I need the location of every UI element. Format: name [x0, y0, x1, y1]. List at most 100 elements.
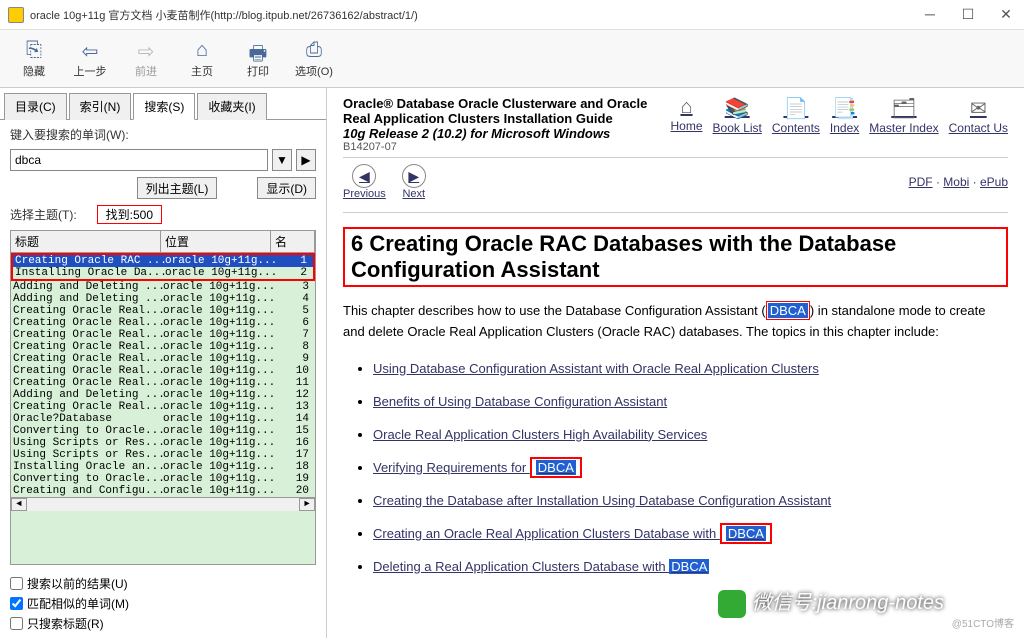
epub-link[interactable]: ePub	[980, 175, 1008, 189]
h-scrollbar[interactable]: ◄ ►	[11, 497, 315, 511]
table-row[interactable]: Adding and Deleting ...oracle 10g+11g...…	[11, 389, 315, 401]
col-location[interactable]: 位置	[161, 231, 271, 252]
hide-button[interactable]: ⎘隐藏	[10, 35, 58, 83]
col-title[interactable]: 标题	[11, 231, 161, 252]
chk-previous[interactable]: 搜索以前的结果(U)	[10, 575, 316, 592]
chk-titles[interactable]: 只搜索标题(R)	[10, 615, 316, 632]
nav-contents[interactable]: 📄Contents	[772, 96, 820, 153]
contact-icon: ✉	[949, 96, 1008, 121]
next-icon: ▶	[402, 164, 426, 188]
table-row[interactable]: Creating Oracle Real...oracle 10g+11g...…	[11, 305, 315, 317]
watermark-small: @51CTO博客	[952, 615, 1014, 630]
table-row[interactable]: Creating Oracle Real...oracle 10g+11g...…	[11, 317, 315, 329]
list-item: Creating the Database after Installation…	[373, 493, 1008, 508]
minimize-button[interactable]: ─	[920, 6, 940, 23]
table-row[interactable]: Installing Oracle Da...oracle 10g+11g...…	[13, 267, 313, 279]
toc-link[interactable]: Deleting a Real Application Clusters Dat…	[373, 559, 709, 574]
tab-favorites[interactable]: 收藏夹(I)	[197, 93, 266, 120]
chk-similar[interactable]: 匹配相似的单词(M)	[10, 595, 316, 612]
display-button[interactable]: 显示(D)	[257, 177, 316, 199]
scroll-right-icon[interactable]: ►	[299, 498, 315, 511]
table-row[interactable]: Using Scripts or Res...oracle 10g+11g...…	[11, 449, 315, 461]
chapter-heading: 6 Creating Oracle RAC Databases with the…	[343, 227, 1008, 287]
table-row[interactable]: Creating Oracle Real...oracle 10g+11g...…	[11, 341, 315, 353]
nav-home[interactable]: ⌂Home	[671, 96, 703, 153]
book-icon: 📚	[713, 96, 762, 121]
toolbar: ⎘隐藏 ⇦上一步 ⇨前进 ⌂主页 🖶打印 ⎙选项(O)	[0, 30, 1024, 88]
table-row[interactable]: Creating Oracle Real...oracle 10g+11g...…	[11, 353, 315, 365]
doc-nav: ⌂Home 📚Book List 📄Contents 📑Index 🗂Maste…	[671, 96, 1009, 153]
tab-strip: 目录(C) 索引(N) 搜索(S) 收藏夹(I)	[0, 88, 326, 120]
toc-link[interactable]: Oracle Real Application Clusters High Av…	[373, 427, 707, 442]
index-icon: 📑	[830, 96, 859, 121]
table-row[interactable]: Creating and Configu...oracle 10g+11g...…	[11, 485, 315, 497]
table-row[interactable]: Creating Oracle Real...oracle 10g+11g...…	[11, 377, 315, 389]
table-row[interactable]: Adding and Deleting ...oracle 10g+11g...…	[11, 293, 315, 305]
home-button[interactable]: ⌂主页	[178, 35, 226, 83]
nav-booklist[interactable]: 📚Book List	[713, 96, 762, 153]
col-rank[interactable]: 名	[271, 231, 315, 252]
doc-id: B14207-07	[343, 141, 671, 153]
table-row[interactable]: Creating Oracle RAC ...oracle 10g+11g...…	[13, 255, 313, 267]
list-item: Creating an Oracle Real Application Clus…	[373, 526, 1008, 541]
app-icon	[8, 7, 24, 23]
table-row[interactable]: Adding and Deleting ...oracle 10g+11g...…	[11, 281, 315, 293]
search-dropdown-button[interactable]: ▼	[272, 149, 292, 171]
scroll-left-icon[interactable]: ◄	[11, 498, 27, 511]
close-button[interactable]: ✕	[996, 6, 1016, 23]
table-row[interactable]: Creating Oracle Real...oracle 10g+11g...…	[11, 365, 315, 377]
results-table[interactable]: 标题 位置 名 Creating Oracle RAC ...oracle 10…	[10, 230, 316, 565]
table-row[interactable]: Oracle?Database oracle 10g+11g...14	[11, 413, 315, 425]
highlighted-results: Creating Oracle RAC ...oracle 10g+11g...…	[11, 253, 315, 281]
tab-contents[interactable]: 目录(C)	[4, 93, 67, 120]
search-input[interactable]	[10, 149, 268, 171]
doc-title: Oracle® Database Oracle Clusterware and …	[343, 96, 671, 141]
home-icon: ⌂	[196, 39, 208, 63]
print-button[interactable]: 🖶打印	[234, 35, 282, 83]
titlebar: oracle 10g+11g 官方文档 小麦苗制作(http://blog.it…	[0, 0, 1024, 30]
prev-icon: ◀	[352, 164, 376, 188]
intro-paragraph: This chapter describes how to use the Da…	[343, 301, 1008, 343]
table-row[interactable]: Using Scripts or Res...oracle 10g+11g...…	[11, 437, 315, 449]
table-row[interactable]: Installing Oracle an...oracle 10g+11g...…	[11, 461, 315, 473]
table-row[interactable]: Converting to Oracle...oracle 10g+11g...…	[11, 425, 315, 437]
toc-link[interactable]: Using Database Configuration Assistant w…	[373, 361, 819, 376]
tab-search[interactable]: 搜索(S)	[133, 93, 195, 120]
format-links: PDF · Mobi · ePub	[909, 175, 1008, 189]
maximize-button[interactable]: ☐	[958, 6, 978, 23]
search-go-button[interactable]: ▶	[296, 149, 316, 171]
home-icon: ⌂	[671, 96, 703, 119]
nav-master[interactable]: 🗂Master Index	[869, 96, 938, 153]
list-topics-button[interactable]: 列出主题(L)	[137, 177, 218, 199]
search-pane: 键入要搜索的单词(W): ▼ ▶ 列出主题(L) 显示(D) 选择主题(T): …	[0, 120, 326, 638]
next-link[interactable]: ▶Next	[402, 164, 426, 200]
list-item: Deleting a Real Application Clusters Dat…	[373, 559, 1008, 574]
list-item: Verifying Requirements for DBCA	[373, 460, 1008, 475]
contents-icon: 📄	[772, 96, 820, 121]
nav-contact[interactable]: ✉Contact Us	[949, 96, 1008, 153]
list-item: Oracle Real Application Clusters High Av…	[373, 427, 1008, 442]
table-row[interactable]: Creating Oracle Real...oracle 10g+11g...…	[11, 329, 315, 341]
back-icon: ⇦	[82, 39, 99, 63]
content-pane[interactable]: Oracle® Database Oracle Clusterware and …	[327, 88, 1024, 638]
options-icon: ⎙	[306, 39, 322, 63]
table-row[interactable]: Creating Oracle Real...oracle 10g+11g...…	[11, 401, 315, 413]
master-icon: 🗂	[869, 96, 938, 121]
back-button[interactable]: ⇦上一步	[66, 35, 114, 83]
toc-link[interactable]: Verifying Requirements for DBCA	[373, 457, 582, 478]
pdf-link[interactable]: PDF	[909, 175, 933, 189]
select-topic-label: 选择主题(T):	[10, 206, 77, 223]
table-row[interactable]: Converting to Oracle...oracle 10g+11g...…	[11, 473, 315, 485]
options-button[interactable]: ⎙选项(O)	[290, 35, 338, 83]
tab-index[interactable]: 索引(N)	[69, 93, 132, 120]
nav-index[interactable]: 📑Index	[830, 96, 859, 153]
toc-link[interactable]: Creating an Oracle Real Application Clus…	[373, 523, 772, 544]
toc-link[interactable]: Benefits of Using Database Configuration…	[373, 394, 667, 409]
mobi-link[interactable]: Mobi	[943, 175, 969, 189]
window-title: oracle 10g+11g 官方文档 小麦苗制作(http://blog.it…	[30, 7, 920, 23]
sidebar: 目录(C) 索引(N) 搜索(S) 收藏夹(I) 键入要搜索的单词(W): ▼ …	[0, 88, 327, 638]
prev-link[interactable]: ◀Previous	[343, 164, 386, 200]
toc-link[interactable]: Creating the Database after Installation…	[373, 493, 831, 508]
forward-icon: ⇨	[138, 39, 155, 63]
hide-icon: ⎘	[26, 39, 42, 63]
